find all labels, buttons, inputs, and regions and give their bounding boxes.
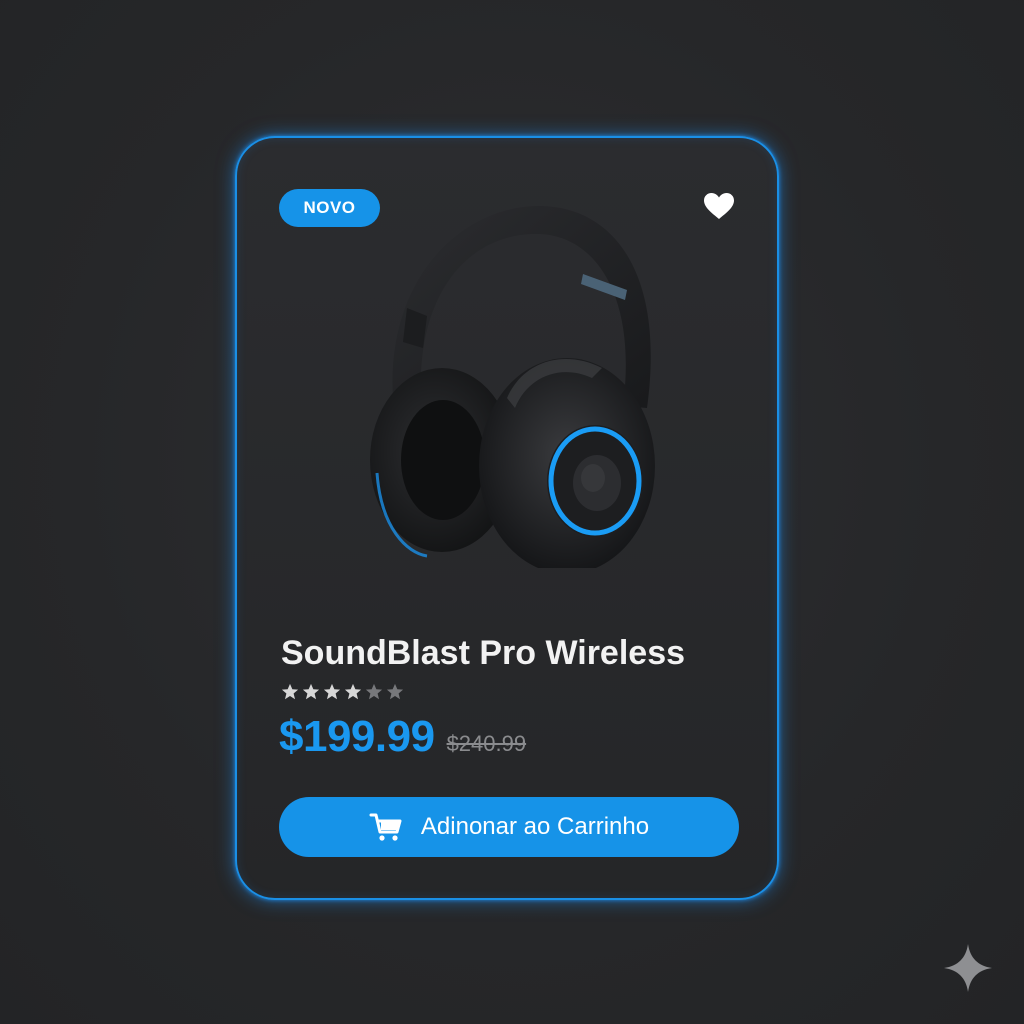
sparkle-icon (944, 944, 992, 992)
star-rating (281, 683, 404, 701)
product-image (370, 205, 655, 568)
favorite-button[interactable] (699, 188, 739, 224)
star-icon (302, 683, 320, 700)
star-empty-icon (365, 683, 383, 700)
add-to-cart-label: Adinonar ao Carrinho (420, 813, 650, 840)
product-card[interactable]: NOVO SoundBlast Pro Wireless $199.99 $24… (235, 136, 779, 900)
add-to-cart-button[interactable]: Adinonar ao Carrinho (279, 797, 739, 857)
heart-icon (704, 193, 734, 219)
star-empty-icon (386, 683, 404, 700)
star-icon (323, 683, 341, 700)
current-price: $199.99 (279, 712, 435, 761)
star-icon (281, 683, 299, 700)
original-price: $240.99 (446, 731, 527, 756)
price-row: $199.99 $240.99 (279, 712, 526, 762)
star-icon (344, 683, 362, 700)
cart-icon (369, 813, 402, 841)
page: NOVO SoundBlast Pro Wireless $199.99 $24… (0, 0, 1024, 1024)
product-title: SoundBlast Pro Wireless (281, 634, 686, 672)
